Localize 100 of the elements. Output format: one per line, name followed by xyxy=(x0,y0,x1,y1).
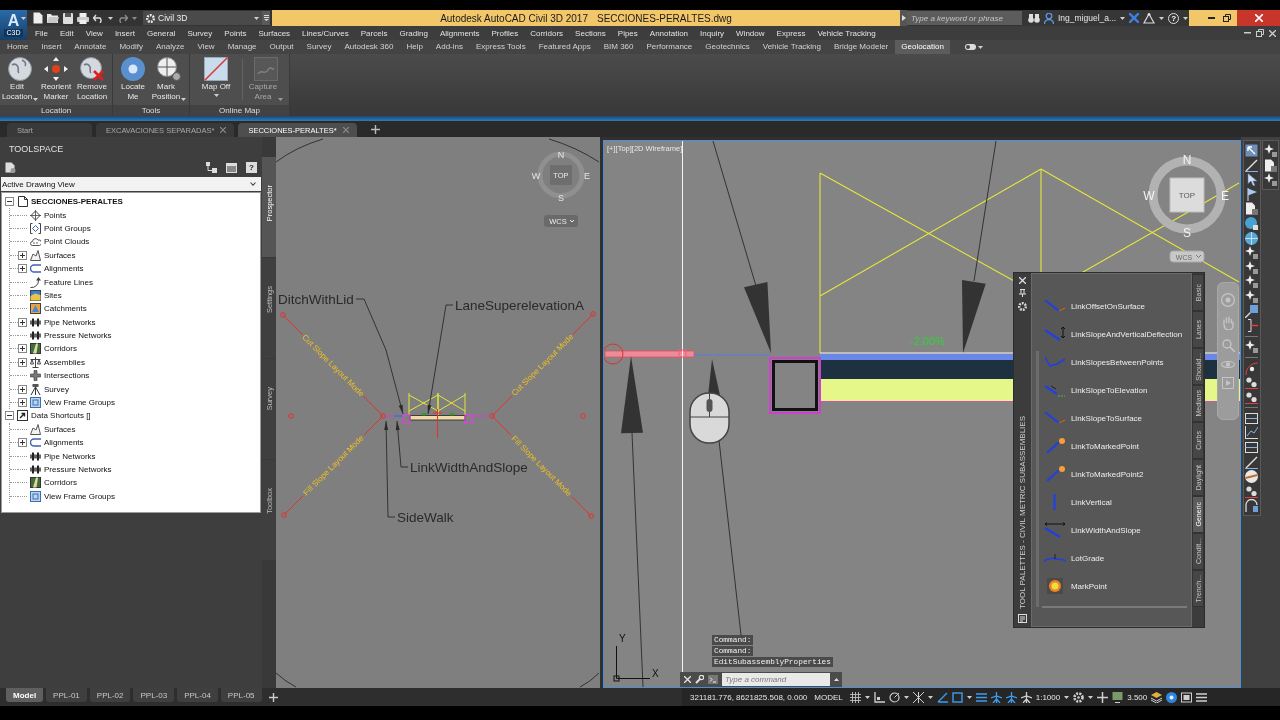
plus-box-icon[interactable] xyxy=(18,398,27,408)
ribbon-tab[interactable]: Featured Apps xyxy=(538,40,591,54)
menu-item[interactable]: View xyxy=(85,28,103,38)
chart-icon[interactable] xyxy=(1245,426,1259,440)
caret-icon[interactable] xyxy=(927,695,933,699)
ribbon-tab[interactable]: Express Tools xyxy=(476,40,526,54)
frame-icon[interactable] xyxy=(1245,441,1259,455)
caret-icon[interactable] xyxy=(213,93,219,97)
page-icon[interactable] xyxy=(1245,202,1259,216)
slope-line-icon[interactable] xyxy=(1245,158,1259,172)
palette-tool[interactable]: LotGrade xyxy=(1031,544,1192,572)
sparkle-icon[interactable] xyxy=(1245,340,1259,354)
arc-icon[interactable] xyxy=(1245,499,1259,513)
plus-box-icon[interactable] xyxy=(18,438,27,448)
tree-item[interactable]: Catchments xyxy=(44,304,87,314)
screen-icon[interactable] xyxy=(1181,691,1193,703)
layout-tab[interactable]: PPL-02 xyxy=(89,688,131,702)
palette-tool[interactable]: LinkOffsetOnSurface xyxy=(1031,292,1192,320)
figure-icon[interactable] xyxy=(1005,691,1017,703)
ribbon-tab[interactable]: Annotate xyxy=(74,40,107,54)
plus-icon[interactable] xyxy=(1097,691,1109,703)
sparkle-icon[interactable] xyxy=(1263,144,1277,157)
globe-icon[interactable] xyxy=(1245,231,1259,245)
layout-tab[interactable]: PPL-01 xyxy=(46,688,87,702)
menu-icon[interactable] xyxy=(1196,691,1208,703)
menu-item[interactable]: Express xyxy=(776,28,806,38)
node-triangle-icon[interactable] xyxy=(1143,12,1156,24)
tree-item[interactable]: Alignments xyxy=(44,264,84,274)
pin-icon[interactable] xyxy=(1018,289,1026,297)
expand-arrow-icon[interactable] xyxy=(901,15,906,21)
folder-icon[interactable] xyxy=(47,13,59,23)
tree-view-icon[interactable] xyxy=(206,162,217,173)
ribbon-button[interactable]: Edit Location xyxy=(2,54,38,105)
grid-icon[interactable] xyxy=(849,691,861,703)
minus-box-icon[interactable] xyxy=(5,197,14,207)
ribbon-tab[interactable]: Survey xyxy=(306,40,332,54)
tree-item[interactable]: SECCIONES-PERALTES xyxy=(31,197,123,207)
globe-icon[interactable] xyxy=(1245,216,1259,230)
binoculars-icon[interactable] xyxy=(1028,13,1040,23)
menu-item[interactable]: Grading xyxy=(399,28,428,38)
caret-icon[interactable] xyxy=(254,16,259,20)
search-field[interactable]: Type a keyword or phrase xyxy=(907,11,1022,25)
plus-box-icon[interactable] xyxy=(18,264,27,274)
menu-item[interactable]: Corridors xyxy=(530,28,564,38)
layout-tab[interactable]: PPL-05 xyxy=(220,688,262,702)
ribbon-tab[interactable]: Insert xyxy=(41,40,62,54)
tree-item[interactable]: Points xyxy=(44,210,67,220)
menu-item[interactable]: Profiles xyxy=(491,28,519,38)
tree-item[interactable]: Surfaces xyxy=(44,250,76,260)
close-button[interactable] xyxy=(1237,10,1280,26)
tree-item[interactable]: Data Shortcuts [] xyxy=(31,411,91,421)
plus-icon[interactable] xyxy=(370,125,380,134)
tree-item[interactable]: Alignments xyxy=(44,438,84,448)
lines-icon[interactable] xyxy=(975,691,987,703)
menu-item[interactable]: Points xyxy=(224,28,247,38)
page-gear-icon[interactable] xyxy=(5,162,16,173)
tree-item[interactable]: Survey xyxy=(44,384,69,394)
ribbon-tab[interactable]: Vehicle Tracking xyxy=(762,40,821,54)
palette-tool[interactable]: MarkPoint xyxy=(1031,572,1192,600)
snap-square-icon[interactable] xyxy=(951,691,963,703)
layout-tab[interactable]: PPL-03 xyxy=(133,688,175,702)
ribbon-button[interactable]: Mark Position xyxy=(151,54,187,105)
plus-box-icon[interactable] xyxy=(18,344,27,354)
annotation-scale-button[interactable]: 1:1000 xyxy=(1035,692,1061,702)
printer-icon[interactable] xyxy=(77,12,89,24)
palette-tool[interactable]: LinkToMarkedPoint xyxy=(1031,432,1192,460)
drawing-viewport[interactable] xyxy=(603,140,1241,688)
ribbon-tab[interactable]: Help xyxy=(406,40,423,54)
tree-item[interactable]: Feature Lines xyxy=(44,277,93,287)
point-pair-icon[interactable] xyxy=(1245,484,1259,498)
frame-icon[interactable] xyxy=(1245,411,1259,425)
tree-item[interactable]: Pressure Networks xyxy=(44,465,112,474)
plus-box-icon[interactable] xyxy=(18,250,27,260)
minus-box-icon[interactable] xyxy=(5,411,14,421)
caret-icon[interactable] xyxy=(1064,695,1070,699)
menu-item[interactable]: Inquiry xyxy=(700,28,725,38)
isolate-icon[interactable] xyxy=(1166,691,1178,703)
tree-item[interactable]: Surfaces xyxy=(44,424,76,434)
restore-icon[interactable] xyxy=(1256,29,1264,37)
palette-tool[interactable]: LinkSlopeToElevation xyxy=(1031,376,1192,404)
ribbon-tab[interactable]: Bridge Modeler xyxy=(834,40,889,54)
ribbon-tab[interactable]: Add-ins xyxy=(435,40,463,54)
sparkle-icon[interactable] xyxy=(1263,173,1277,187)
arrow-box-icon[interactable] xyxy=(1245,144,1259,157)
sparkle-icon[interactable] xyxy=(1245,275,1259,289)
sparkle-icon[interactable] xyxy=(1245,246,1259,260)
page-icon[interactable] xyxy=(1263,158,1277,172)
snap-corner-icon[interactable] xyxy=(873,691,885,703)
view-dropdown[interactable]: Active Drawing View xyxy=(1,177,261,191)
layout-tab[interactable]: Model xyxy=(6,688,44,702)
undo-icon[interactable] xyxy=(93,13,104,23)
properties-icon[interactable] xyxy=(1017,614,1027,623)
palette-tool[interactable]: LinkSlopeToSurface xyxy=(1031,404,1192,432)
figure-icon[interactable] xyxy=(1020,691,1032,703)
tree-item[interactable]: Assemblies xyxy=(44,357,85,367)
menu-item[interactable]: Vehicle Tracking xyxy=(817,28,876,38)
cursor-icon[interactable] xyxy=(1245,173,1259,187)
palette-tool[interactable]: LinkSlopesBetweenPoints xyxy=(1031,348,1192,376)
tree-item[interactable]: View Frame Groups xyxy=(44,491,115,501)
iso-lines-icon[interactable] xyxy=(912,691,924,703)
